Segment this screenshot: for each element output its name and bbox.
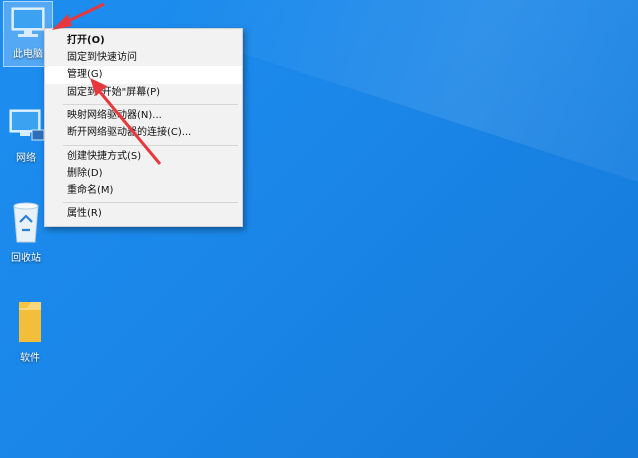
arrow-to-this-pc [52, 2, 105, 30]
red-arrow-annotation [52, 2, 162, 165]
arrow-to-manage [90, 78, 162, 165]
